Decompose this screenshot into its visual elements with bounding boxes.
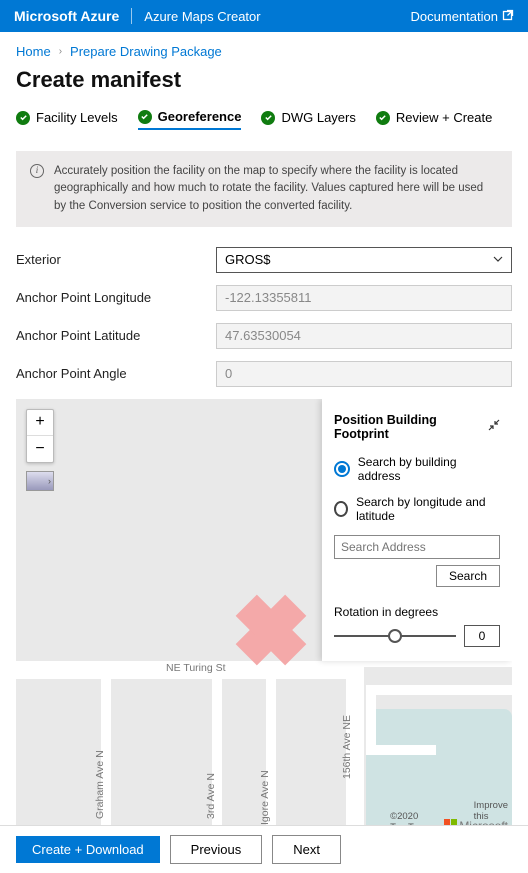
radio-search-lonlat[interactable]: Search by longitude and latitude (334, 495, 500, 523)
breadcrumb: Home › Prepare Drawing Package (16, 44, 512, 59)
anchor-lat-label: Anchor Point Latitude (16, 328, 216, 343)
anchor-angle-input: 0 (216, 361, 512, 387)
radio-label: Search by building address (358, 455, 500, 483)
map-road-label: NE Turing St (166, 662, 226, 674)
breadcrumb-home[interactable]: Home (16, 44, 51, 59)
anchor-lat-input: 47.63530054 (216, 323, 512, 349)
map-road-label: 3rd Ave N (205, 773, 217, 819)
check-icon (376, 111, 390, 125)
create-download-button[interactable]: Create + Download (16, 836, 160, 863)
anchor-lon-label: Anchor Point Longitude (16, 290, 216, 305)
tab-label: DWG Layers (281, 110, 355, 125)
check-icon (16, 111, 30, 125)
tab-georeference[interactable]: Georeference (138, 109, 242, 130)
wizard-tabs: Facility Levels Georeference DWG Layers … (16, 109, 512, 137)
check-icon (138, 110, 152, 124)
tab-label: Review + Create (396, 110, 492, 125)
search-button[interactable]: Search (436, 565, 500, 587)
collapse-icon[interactable] (488, 419, 500, 434)
tab-review-create[interactable]: Review + Create (376, 110, 492, 129)
map-road (366, 745, 436, 755)
tab-dwg-layers[interactable]: DWG Layers (261, 110, 355, 129)
check-icon (261, 111, 275, 125)
next-button[interactable]: Next (272, 835, 341, 864)
tab-label: Georeference (158, 109, 242, 124)
chevron-down-icon (493, 252, 503, 267)
anchor-lon-input: -122.13355811 (216, 285, 512, 311)
rotation-label: Rotation in degrees (334, 587, 500, 619)
map-canvas[interactable]: NE Turing St NE 28th St Graham Ave N 3rd… (16, 399, 512, 835)
radio-icon (334, 461, 350, 477)
layer-switcher[interactable]: › (26, 471, 54, 491)
breadcrumb-current[interactable]: Prepare Drawing Package (70, 44, 222, 59)
tab-label: Facility Levels (36, 110, 118, 125)
previous-button[interactable]: Previous (170, 835, 263, 864)
map-road-label: Graham Ave N (94, 750, 106, 819)
product-name: Azure Maps Creator (144, 9, 410, 24)
panel-title: Position Building Footprint (334, 413, 488, 441)
rotation-value-input[interactable]: 0 (464, 625, 500, 647)
brand: Microsoft Azure (14, 8, 119, 24)
page-title: Create manifest (16, 67, 512, 93)
bottom-bar: Create + Download Previous Next (0, 825, 528, 873)
zoom-control: + − (26, 409, 54, 463)
exterior-select[interactable]: GROS$ (216, 247, 512, 273)
anchor-angle-label: Anchor Point Angle (16, 366, 216, 381)
radio-icon (334, 501, 348, 517)
exterior-value: GROS$ (225, 252, 271, 267)
position-footprint-panel: Position Building Footprint Search by bu… (322, 399, 512, 661)
zoom-out-button[interactable]: − (27, 436, 53, 462)
search-address-input[interactable] (334, 535, 500, 559)
building-footprint-marker[interactable] (236, 595, 306, 665)
radio-label: Search by longitude and latitude (356, 495, 500, 523)
radio-search-address[interactable]: Search by building address (334, 455, 500, 483)
separator (131, 8, 132, 24)
map-road (366, 685, 376, 745)
rotation-slider[interactable] (334, 629, 456, 643)
zoom-in-button[interactable]: + (27, 410, 53, 436)
documentation-label: Documentation (411, 9, 498, 24)
exterior-label: Exterior (16, 252, 216, 267)
map-road (366, 685, 512, 695)
chevron-right-icon: › (59, 46, 62, 57)
info-icon: i (30, 164, 44, 178)
map-road-label: Igore Ave N (259, 770, 271, 825)
tab-facility-levels[interactable]: Facility Levels (16, 110, 118, 129)
info-box: i Accurately position the facility on th… (16, 151, 512, 227)
external-link-icon (502, 9, 514, 24)
documentation-link[interactable]: Documentation (411, 9, 514, 24)
info-text: Accurately position the facility on the … (54, 163, 498, 215)
topbar: Microsoft Azure Azure Maps Creator Docum… (0, 0, 528, 32)
map-road-label: 156th Ave NE (341, 715, 353, 779)
